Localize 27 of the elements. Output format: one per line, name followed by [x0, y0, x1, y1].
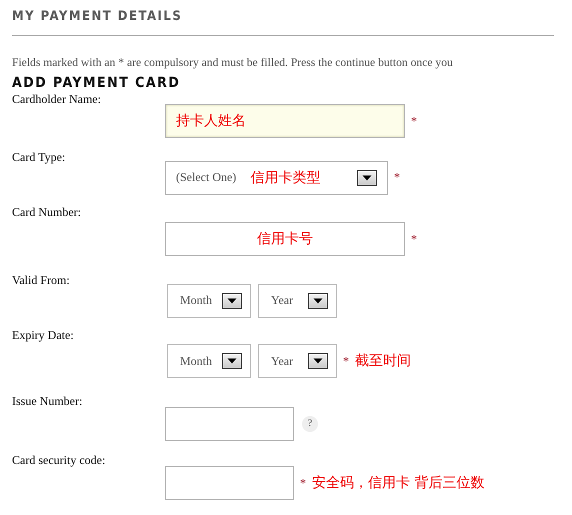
date-dropdown[interactable]: Year: [258, 344, 337, 378]
field-label: Issue Number:: [12, 394, 84, 409]
date-dropdown[interactable]: Month: [167, 284, 251, 318]
field-label: Card security code:: [12, 453, 106, 468]
field-label: Card Type:: [12, 150, 66, 165]
card-type-dropdown[interactable]: (Select One) 信用卡类型: [165, 160, 388, 194]
annotation-text: 截至时间: [355, 352, 411, 370]
section-heading: ADD PAYMENT CARD: [12, 75, 180, 91]
required-asterisk: *: [411, 232, 417, 246]
field-label: Valid From:: [12, 273, 71, 288]
required-asterisk: *: [394, 170, 400, 185]
help-icon[interactable]: ?: [302, 416, 318, 432]
required-asterisk: *: [411, 114, 417, 128]
date-dropdown[interactable]: Month: [167, 344, 251, 378]
required-asterisk: *: [343, 354, 349, 368]
instructions-text: Fields marked with an * are compulsory and must be filled. Press the continue button once you: [12, 56, 453, 69]
text-field[interactable]: 信用卡号: [165, 222, 405, 256]
page-title: MY PAYMENT DETAILS: [12, 8, 182, 24]
text-field[interactable]: [165, 466, 294, 500]
date-dropdown[interactable]: Year: [258, 284, 337, 318]
text-field[interactable]: 持卡人姓名: [165, 104, 405, 138]
annotation-text: 安全码，信用卡 背后三位数: [312, 474, 484, 492]
field-label: Cardholder Name:: [12, 92, 102, 107]
field-label: Card Number:: [12, 205, 82, 220]
field-label: Expiry Date:: [12, 328, 75, 343]
text-field[interactable]: [165, 406, 294, 440]
required-asterisk: *: [300, 476, 306, 490]
